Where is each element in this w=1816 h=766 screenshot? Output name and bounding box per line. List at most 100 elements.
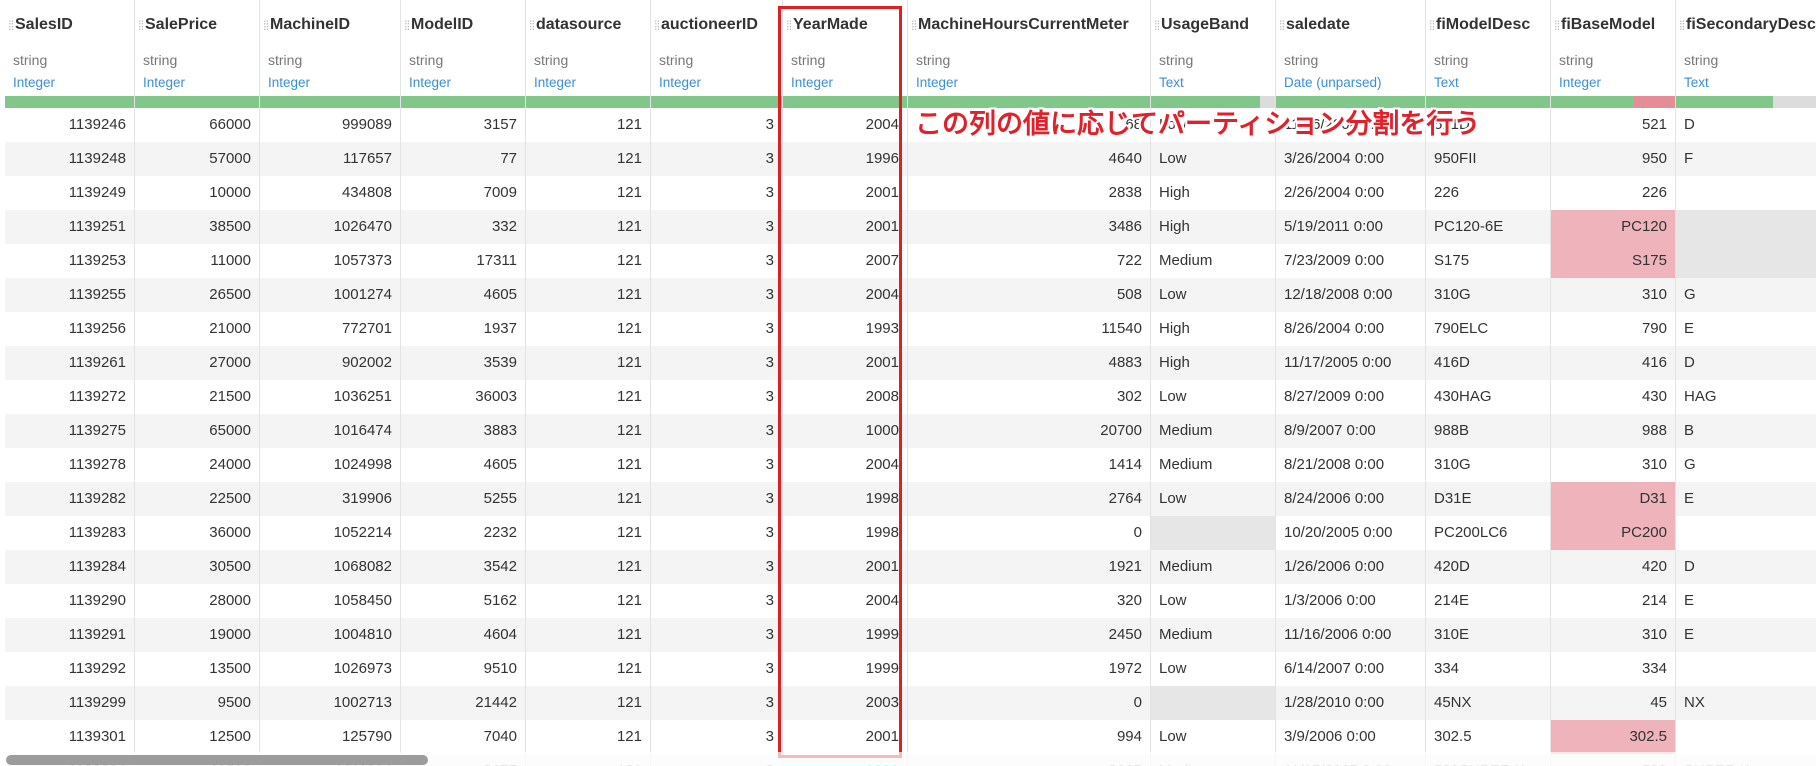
table-cell[interactable]: 302.5 [1426, 720, 1550, 754]
table-cell[interactable]: E [1676, 618, 1816, 652]
table-cell[interactable]: 4604 [401, 618, 525, 652]
table-cell[interactable]: 521 [1551, 108, 1675, 142]
table-cell[interactable]: 722 [908, 244, 1150, 278]
table-cell[interactable]: G [1676, 448, 1816, 482]
column-quality-bar[interactable] [1551, 96, 1675, 108]
table-cell[interactable]: 902002 [260, 346, 400, 380]
table-cell[interactable]: 8/26/2004 0:00 [1276, 312, 1425, 346]
column-name[interactable]: SalesID [15, 16, 73, 34]
table-cell[interactable]: 2838 [908, 176, 1150, 210]
column-header[interactable]: ⁞⁞ UsageBand string Text [1151, 0, 1275, 96]
table-cell[interactable]: 3 [651, 244, 782, 278]
table-cell[interactable]: 1139290 [5, 584, 134, 618]
table-cell[interactable]: 26500 [135, 278, 259, 312]
table-cell[interactable]: 1139272 [5, 380, 134, 414]
table-cell[interactable]: 2232 [401, 516, 525, 550]
table-cell[interactable] [1676, 244, 1816, 278]
table-cell[interactable]: Low [1151, 380, 1275, 414]
table-cell[interactable]: Low [1151, 584, 1275, 618]
column-SalesID[interactable]: ⁞⁞ SalesID string Integer 1139246 1139248 1139… [5, 0, 135, 766]
table-cell[interactable]: 214 [1551, 584, 1675, 618]
table-cell[interactable]: 121 [526, 176, 650, 210]
table-cell[interactable]: 10/20/2005 0:00 [1276, 516, 1425, 550]
table-cell[interactable]: 999089 [260, 108, 400, 142]
table-cell[interactable]: B [1676, 414, 1816, 448]
table-cell[interactable]: 3 [651, 312, 782, 346]
column-header[interactable]: ⁞⁞ MachineHoursCurrentMeter string Integer [908, 0, 1150, 96]
table-cell[interactable] [1151, 516, 1275, 550]
column-header[interactable]: ⁞⁞ auctioneerID string Integer [651, 0, 782, 96]
table-cell[interactable]: 1/26/2006 0:00 [1276, 550, 1425, 584]
table-cell[interactable]: 11540 [908, 312, 1150, 346]
column-quality-bar[interactable] [260, 96, 400, 108]
table-cell[interactable]: Low [1151, 720, 1275, 754]
table-cell[interactable]: 11/17/2005 0:00 [1276, 346, 1425, 380]
column-meaning[interactable]: Integer [916, 75, 958, 90]
table-cell[interactable]: 19000 [135, 618, 259, 652]
table-cell[interactable]: 121 [526, 550, 650, 584]
table-cell[interactable]: S175 [1551, 244, 1675, 278]
table-cell[interactable]: 45NX [1426, 686, 1550, 720]
table-cell[interactable]: 21000 [135, 312, 259, 346]
table-cell[interactable]: NX [1676, 686, 1816, 720]
table-cell[interactable]: 1414 [908, 448, 1150, 482]
table-cell[interactable]: 121 [526, 482, 650, 516]
table-cell[interactable]: F [1676, 142, 1816, 176]
table-cell[interactable]: 7/23/2009 0:00 [1276, 244, 1425, 278]
table-cell[interactable]: 3 [651, 448, 782, 482]
table-cell[interactable]: 302.5 [1551, 720, 1675, 754]
table-cell[interactable]: 121 [526, 312, 650, 346]
column-header[interactable]: ⁞⁞ ModelID string Integer [401, 0, 525, 96]
table-cell[interactable]: Low [1151, 278, 1275, 312]
column-meaning[interactable]: Text [1684, 75, 1709, 90]
table-cell[interactable]: 2764 [908, 482, 1150, 516]
drag-handle-icon[interactable]: ⁞⁞ [138, 18, 144, 33]
data-grid[interactable]: ⁞⁞ SalesID string Integer 1139246 1139248 1139… [0, 0, 1816, 766]
table-cell[interactable]: PC120-6E [1426, 210, 1550, 244]
column-meaning[interactable]: Date (unparsed) [1284, 75, 1382, 90]
column-meaning[interactable]: Text [1159, 75, 1184, 90]
drag-handle-icon[interactable]: ⁞⁞ [654, 18, 660, 33]
table-cell[interactable]: 334 [1426, 652, 1550, 686]
table-cell[interactable]: High [1151, 210, 1275, 244]
table-cell[interactable]: D [1676, 108, 1816, 142]
table-cell[interactable]: 66000 [135, 108, 259, 142]
table-cell[interactable]: 3 [651, 550, 782, 584]
table-cell[interactable]: 430HAG [1426, 380, 1550, 414]
table-cell[interactable] [1676, 176, 1816, 210]
column-datasource[interactable]: ⁞⁞ datasource string Integer 121 121 121 121 121… [526, 0, 651, 766]
table-cell[interactable]: HAG [1676, 380, 1816, 414]
table-cell[interactable]: 3 [651, 176, 782, 210]
table-cell[interactable]: Medium [1151, 414, 1275, 448]
table-cell[interactable]: 420D [1426, 550, 1550, 584]
table-cell[interactable]: 3 [651, 652, 782, 686]
table-cell[interactable]: 3/9/2006 0:00 [1276, 720, 1425, 754]
table-cell[interactable]: 1052214 [260, 516, 400, 550]
table-cell[interactable]: 10000 [135, 176, 259, 210]
table-cell[interactable]: 1139284 [5, 550, 134, 584]
table-cell[interactable]: 24000 [135, 448, 259, 482]
table-cell[interactable]: 1016474 [260, 414, 400, 448]
table-cell[interactable] [1676, 516, 1816, 550]
table-cell[interactable]: 121 [526, 346, 650, 380]
table-cell[interactable]: 117657 [260, 142, 400, 176]
table-cell[interactable] [1676, 652, 1816, 686]
table-cell[interactable]: E [1676, 584, 1816, 618]
table-cell[interactable]: 1139249 [5, 176, 134, 210]
table-cell[interactable]: 11000 [135, 244, 259, 278]
table-cell[interactable]: 334 [1551, 652, 1675, 686]
table-cell[interactable]: Low [1151, 482, 1275, 516]
column-name[interactable]: MachineHoursCurrentMeter [918, 16, 1129, 34]
table-cell[interactable]: 3486 [908, 210, 1150, 244]
drag-handle-icon[interactable]: ⁞⁞ [1679, 18, 1685, 33]
table-cell[interactable]: 6/14/2007 0:00 [1276, 652, 1425, 686]
table-cell[interactable]: 13500 [135, 652, 259, 686]
table-cell[interactable]: 3 [651, 278, 782, 312]
table-cell[interactable]: S175 [1426, 244, 1550, 278]
column-quality-bar[interactable] [526, 96, 650, 108]
table-cell[interactable]: 77 [401, 142, 525, 176]
table-cell[interactable]: E [1676, 312, 1816, 346]
table-cell[interactable]: Medium [1151, 618, 1275, 652]
table-cell[interactable]: 0 [908, 686, 1150, 720]
table-cell[interactable]: D31E [1426, 482, 1550, 516]
